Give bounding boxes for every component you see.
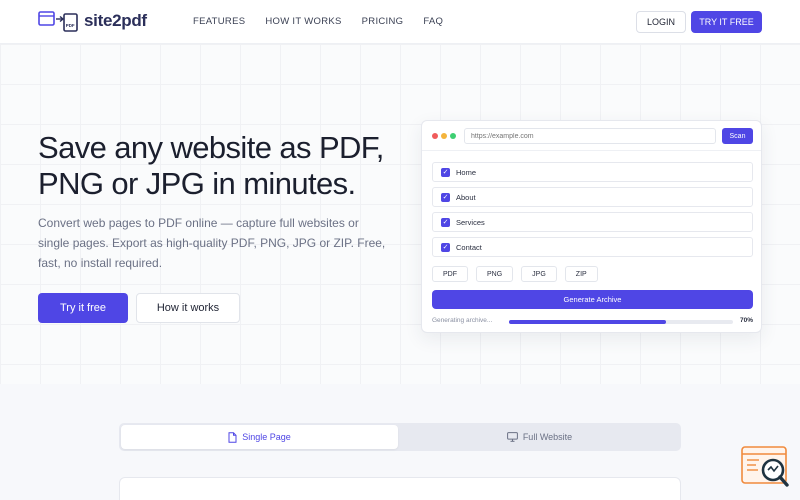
mode-tabs: Single Page Full Website xyxy=(119,423,681,451)
nav-item-features[interactable]: FEATURES xyxy=(193,16,245,27)
tab-single-page-label: Single Page xyxy=(242,432,291,442)
format-options: PDF PNG JPG ZIP xyxy=(432,266,598,282)
tab-full-website-label: Full Website xyxy=(522,432,573,442)
page-label: Contact xyxy=(456,242,482,252)
nav-item-pricing[interactable]: PRICING xyxy=(362,16,404,27)
login-button[interactable]: LOGIN xyxy=(636,11,686,33)
svg-text:PDF: PDF xyxy=(66,23,75,28)
try-it-free-button[interactable]: Try it free xyxy=(38,293,128,323)
progress-percent: 70% xyxy=(739,317,753,324)
progress-label: Generating archive... xyxy=(432,317,493,324)
hero-subtitle: Convert web pages to PDF online — captur… xyxy=(38,216,386,270)
window-minimize-dot xyxy=(441,133,447,139)
progress-row: Generating archive... 70% xyxy=(432,317,753,327)
page-row-about[interactable]: ✓ About xyxy=(432,187,753,207)
format-zip-chip[interactable]: ZIP xyxy=(564,266,598,282)
format-png-chip[interactable]: PNG xyxy=(476,266,514,282)
url-input[interactable] xyxy=(464,128,716,144)
page-row-contact[interactable]: ✓ Contact xyxy=(432,237,753,257)
window-close-dot xyxy=(432,133,438,139)
checkbox-checked-icon[interactable]: ✓ xyxy=(441,167,450,177)
format-jpg-chip[interactable]: JPG xyxy=(521,266,557,282)
document-icon xyxy=(228,431,237,443)
scan-button[interactable]: Scan xyxy=(722,128,753,144)
site2pdf-logo-icon: PDF xyxy=(38,11,78,32)
hero-title-line-1: Save any website as PDF, xyxy=(38,130,384,165)
checkbox-checked-icon[interactable]: ✓ xyxy=(441,242,450,252)
generate-archive-button[interactable]: Generate Archive xyxy=(432,290,753,309)
monitor-icon xyxy=(506,432,518,442)
checkbox-checked-icon[interactable]: ✓ xyxy=(441,217,450,227)
tab-full-website[interactable]: Full Website xyxy=(400,425,679,449)
converter-card xyxy=(119,477,681,500)
progress-bar xyxy=(509,320,733,324)
nav-item-faq[interactable]: FAQ xyxy=(423,16,443,27)
browser-bar: Scan xyxy=(422,121,761,151)
top-header: PDF site2pdf FEATURES HOW IT WORKS PRICI… xyxy=(0,0,800,44)
nav-item-how-it-works[interactable]: HOW IT WORKS xyxy=(265,16,341,27)
checkbox-checked-icon[interactable]: ✓ xyxy=(441,192,450,202)
app-preview-card: Scan ✓ Home ✓ About ✓ Services ✓ Contact… xyxy=(421,120,762,333)
page-label: About xyxy=(456,192,476,202)
progress-bar-fill xyxy=(509,320,666,324)
inspect-widget-icon[interactable] xyxy=(741,445,791,489)
hero-title: Save any website as PDF, PNG or JPG in m… xyxy=(38,130,398,202)
brand-logo[interactable]: PDF site2pdf xyxy=(38,10,147,32)
page-label: Home xyxy=(456,167,477,177)
tab-single-page[interactable]: Single Page xyxy=(121,425,398,449)
window-maximize-dot xyxy=(450,133,456,139)
try-it-free-header-button[interactable]: TRY IT FREE xyxy=(691,11,762,33)
hero-title-line-2: PNG or JPG in minutes. xyxy=(38,166,356,201)
main-nav: FEATURES HOW IT WORKS PRICING FAQ xyxy=(193,16,443,27)
how-it-works-button[interactable]: How it works xyxy=(136,293,240,323)
page-row-home[interactable]: ✓ Home xyxy=(432,162,753,182)
page-list: ✓ Home ✓ About ✓ Services ✓ Contact xyxy=(432,162,753,262)
brand-name: site2pdf xyxy=(84,11,147,30)
format-pdf-chip[interactable]: PDF xyxy=(432,266,468,282)
page-label: Services xyxy=(456,217,485,227)
page-row-services[interactable]: ✓ Services xyxy=(432,212,753,232)
